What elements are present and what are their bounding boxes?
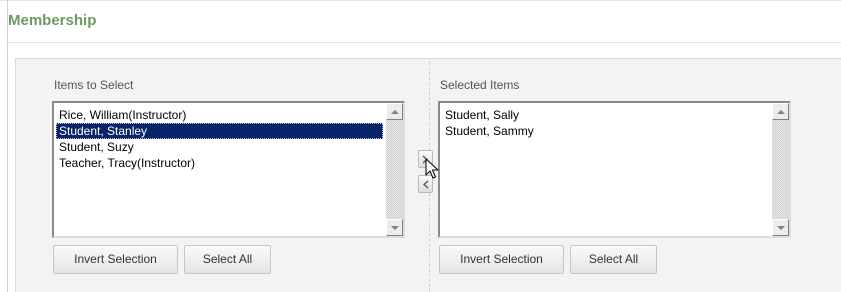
selected-items-list: Student, Sally Student, Sammy: [442, 107, 769, 139]
items-to-select-label: Items to Select: [54, 78, 134, 92]
mouse-cursor-icon: [425, 158, 439, 179]
selected-items-scrollbar[interactable]: [772, 103, 789, 236]
arrow-up-icon: [776, 109, 785, 114]
arrow-up-icon: [390, 109, 399, 114]
scroll-down-button[interactable]: [386, 219, 403, 236]
title-divider: [7, 42, 841, 43]
items-to-select-list: Rice, William(Instructor) Student, Stanl…: [56, 107, 383, 171]
scroll-down-button[interactable]: [772, 219, 789, 236]
select-all-button-right[interactable]: Select All: [570, 245, 657, 274]
scroll-up-button[interactable]: [386, 103, 403, 120]
invert-selection-button-left[interactable]: Invert Selection: [53, 245, 178, 274]
items-to-select-listbox[interactable]: Rice, William(Instructor) Student, Stanl…: [52, 101, 405, 238]
select-all-button-left[interactable]: Select All: [184, 245, 271, 274]
list-item[interactable]: Student, Sammy: [442, 123, 769, 139]
section-title: Membership: [8, 12, 97, 29]
list-item[interactable]: Student, Suzy: [56, 139, 383, 155]
chevron-left-icon: [422, 179, 429, 189]
selected-items-label: Selected Items: [440, 78, 520, 92]
list-item[interactable]: Rice, William(Instructor): [56, 107, 383, 123]
items-to-select-scrollbar[interactable]: [386, 103, 403, 236]
arrow-down-icon: [390, 225, 399, 230]
arrow-down-icon: [776, 225, 785, 230]
list-item-selected[interactable]: Student, Stanley: [56, 123, 383, 139]
selected-items-listbox[interactable]: Student, Sally Student, Sammy: [438, 101, 791, 238]
frame-top-border: [0, 0, 841, 1]
invert-selection-button-right[interactable]: Invert Selection: [439, 245, 564, 274]
list-item[interactable]: Teacher, Tracy(Instructor): [56, 155, 383, 171]
frame-left-border: [7, 0, 8, 292]
scroll-up-button[interactable]: [772, 103, 789, 120]
list-item[interactable]: Student, Sally: [442, 107, 769, 123]
